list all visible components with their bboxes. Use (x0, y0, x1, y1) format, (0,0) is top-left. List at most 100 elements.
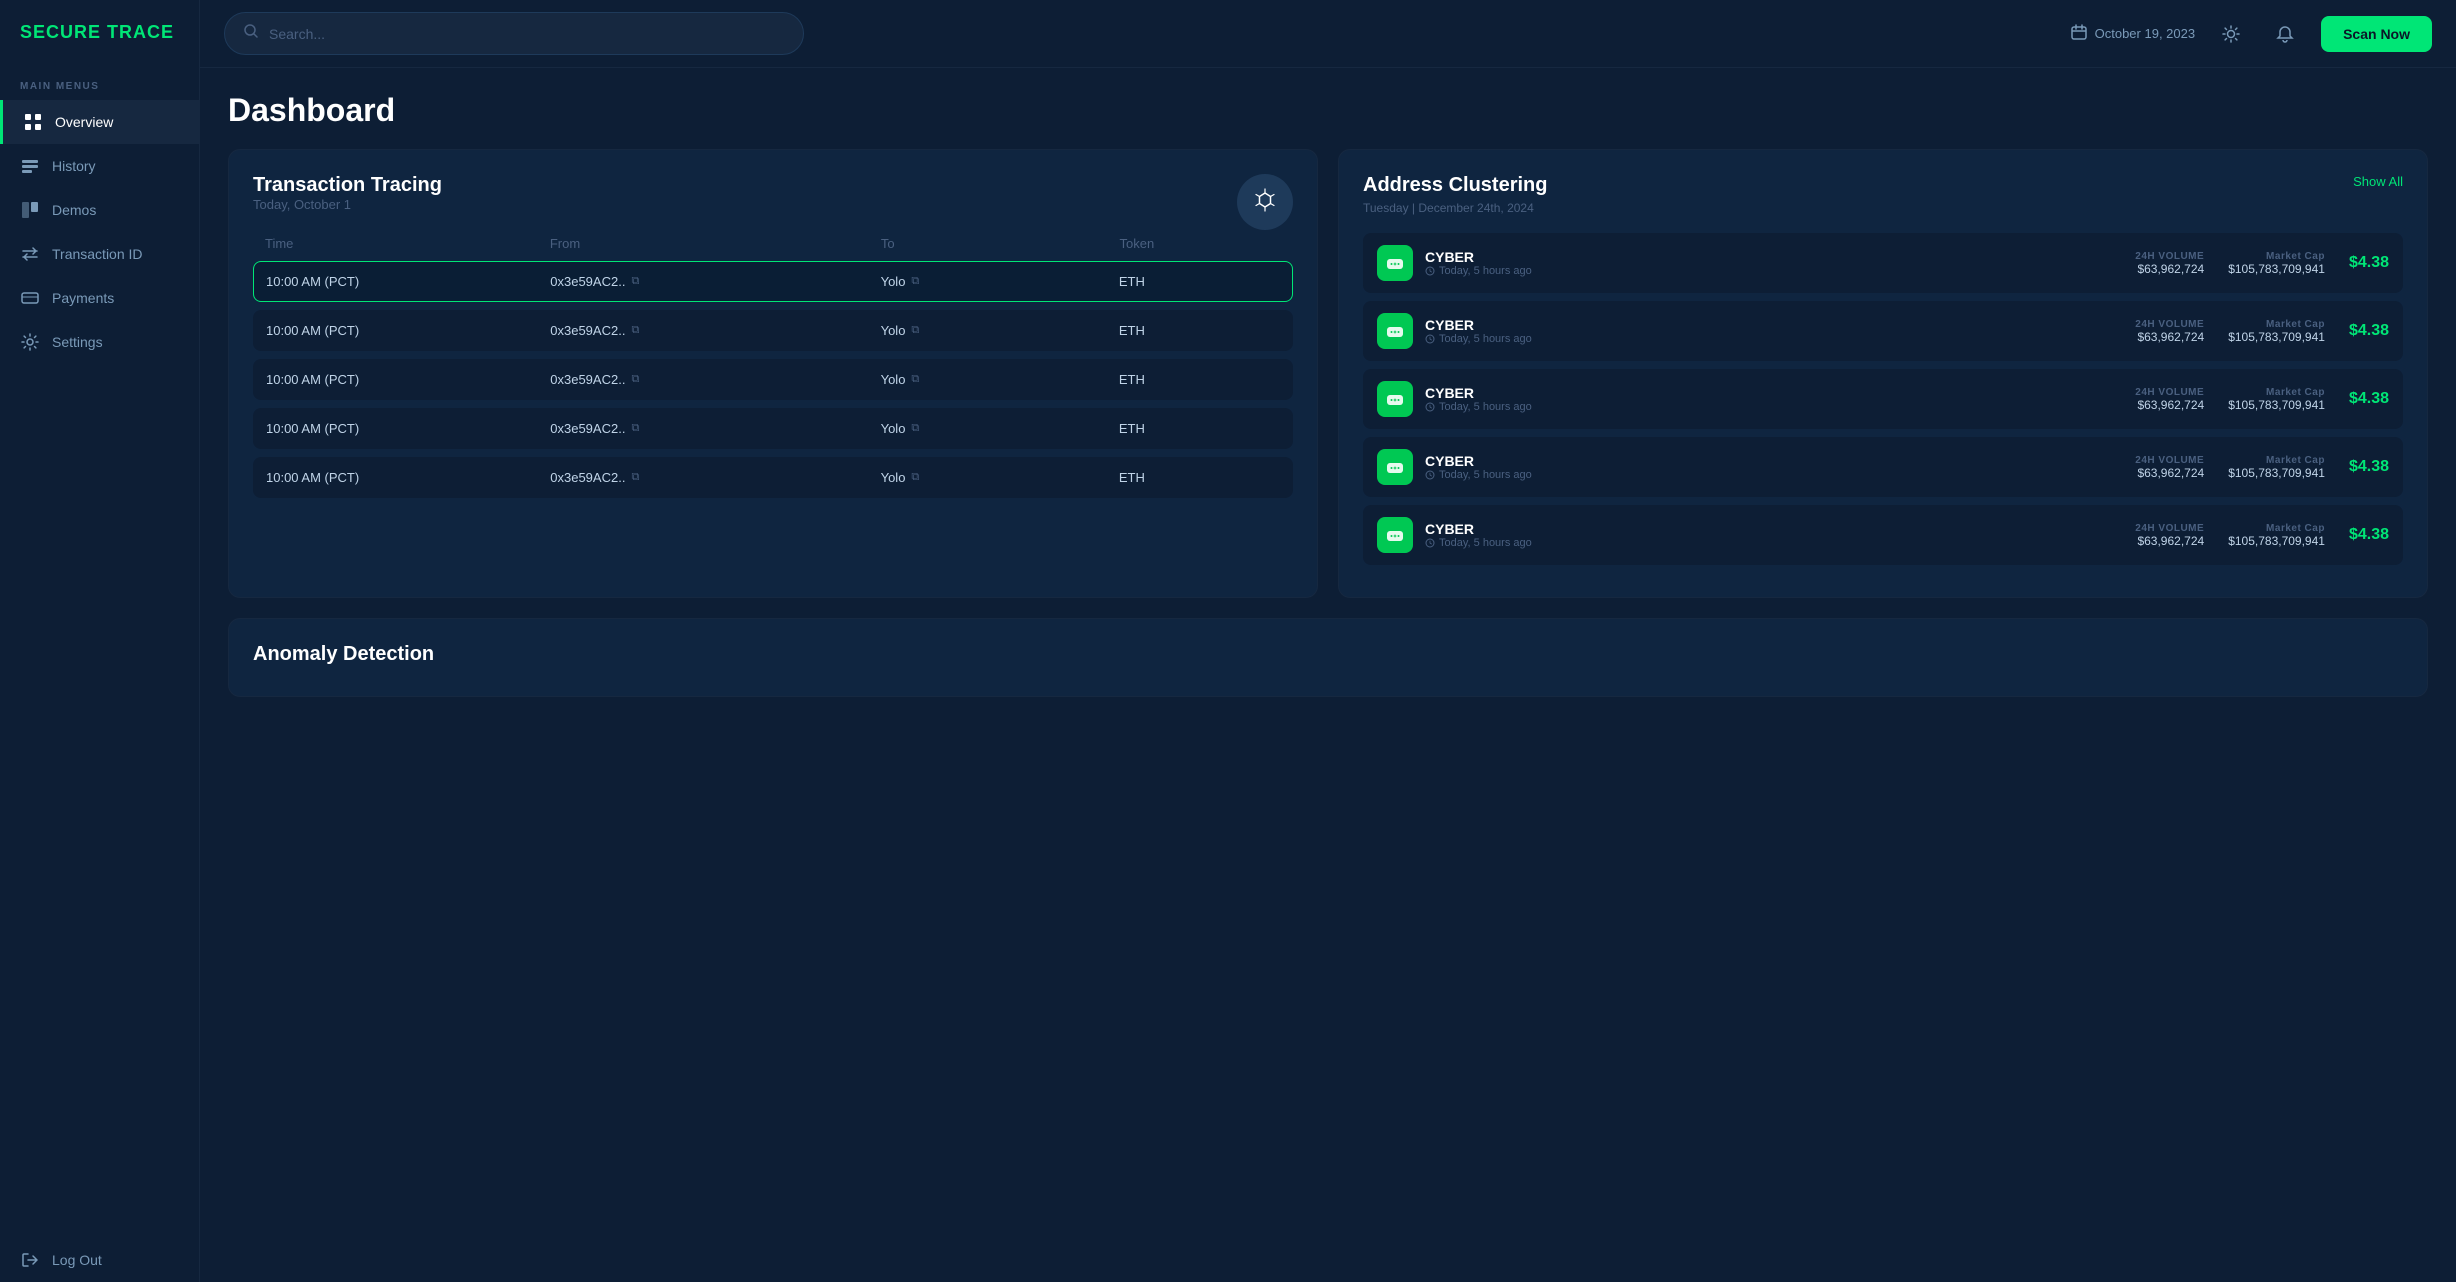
cell-time: 10:00 AM (PCT) (266, 274, 542, 289)
theme-toggle-button[interactable] (2213, 16, 2249, 52)
cluster-volume-label: 24H VOLUME (2135, 523, 2204, 534)
cluster-market-cap-stats: Market Cap $105,783,709,941 (2228, 523, 2325, 548)
cluster-info: CYBER Today, 5 hours ago (1425, 521, 1532, 549)
copy-to-icon[interactable]: ⧉ (911, 324, 919, 337)
cluster-market-cap-label: Market Cap (2228, 523, 2325, 534)
cluster-item[interactable]: CYBER Today, 5 hours ago 24H VOLUME $63,… (1363, 369, 2403, 429)
copy-to-icon[interactable]: ⧉ (911, 373, 919, 386)
cluster-name: CYBER (1425, 385, 1532, 401)
cluster-volume-value: $63,962,724 (2135, 330, 2204, 344)
cluster-item[interactable]: CYBER Today, 5 hours ago 24H VOLUME $63,… (1363, 437, 2403, 497)
cluster-price: $4.38 (2349, 254, 2389, 272)
show-all-link[interactable]: Show All (2353, 174, 2403, 189)
cell-to: Yolo ⧉ (881, 470, 1111, 485)
cluster-volume-stats: 24H VOLUME $63,962,724 (2135, 387, 2204, 412)
cluster-item[interactable]: CYBER Today, 5 hours ago 24H VOLUME $63,… (1363, 233, 2403, 293)
search-icon (243, 23, 259, 44)
cluster-price: $4.38 (2349, 458, 2389, 476)
copy-to-icon[interactable]: ⧉ (911, 275, 919, 288)
cluster-volume-label: 24H VOLUME (2135, 455, 2204, 466)
address-clustering-title: Address Clustering (1363, 174, 1547, 197)
cell-to: Yolo ⧉ (881, 274, 1111, 289)
sidebar-item-transaction[interactable]: Transaction ID (0, 232, 199, 276)
copy-from-icon[interactable]: ⧉ (631, 373, 639, 386)
sidebar-item-settings[interactable]: Settings (0, 320, 199, 364)
cell-to: Yolo ⧉ (881, 421, 1111, 436)
cluster-market-cap-stats: Market Cap $105,783,709,941 (2228, 251, 2325, 276)
sidebar-payments-label: Payments (52, 290, 114, 306)
table-row[interactable]: 10:00 AM (PCT) 0x3e59AC2.. ⧉ Yolo ⧉ ETH (253, 310, 1293, 351)
cluster-volume-label: 24H VOLUME (2135, 387, 2204, 398)
transaction-tracing-title: Transaction Tracing (253, 174, 442, 197)
sidebar-overview-label: Overview (55, 114, 113, 130)
cluster-market-cap-label: Market Cap (2228, 319, 2325, 330)
header-right: October 19, 2023 Scan Now (2071, 16, 2432, 52)
cluster-items-list: CYBER Today, 5 hours ago 24H VOLUME $63,… (1363, 233, 2403, 565)
col-time: Time (265, 236, 542, 251)
cluster-market-cap-label: Market Cap (2228, 387, 2325, 398)
header-date-text: October 19, 2023 (2095, 26, 2195, 41)
content-area: Dashboard Transaction Tracing Today, Oct… (200, 68, 2456, 1282)
address-card-date: Tuesday | December 24th, 2024 (1363, 201, 2403, 215)
table-row[interactable]: 10:00 AM (PCT) 0x3e59AC2.. ⧉ Yolo ⧉ ETH (253, 457, 1293, 498)
copy-from-icon[interactable]: ⧉ (631, 422, 639, 435)
overview-icon (23, 112, 43, 132)
cell-token: ETH (1119, 274, 1280, 289)
col-from: From (550, 236, 873, 251)
cluster-game-icon (1377, 381, 1413, 417)
table-row[interactable]: 10:00 AM (PCT) 0x3e59AC2.. ⧉ Yolo ⧉ ETH (253, 408, 1293, 449)
copy-to-icon[interactable]: ⧉ (911, 422, 919, 435)
cluster-time: Today, 5 hours ago (1425, 401, 1532, 413)
sidebar-item-logout[interactable]: Log Out (0, 1238, 199, 1282)
cluster-info: CYBER Today, 5 hours ago (1425, 317, 1532, 345)
search-wrapper (224, 12, 804, 55)
demos-icon (20, 200, 40, 220)
cluster-time: Today, 5 hours ago (1425, 265, 1532, 277)
copy-from-icon[interactable]: ⧉ (631, 471, 639, 484)
search-container (224, 12, 804, 55)
cell-time: 10:00 AM (PCT) (266, 421, 542, 436)
cluster-name: CYBER (1425, 521, 1532, 537)
cluster-game-icon (1377, 313, 1413, 349)
cell-to: Yolo ⧉ (881, 323, 1111, 338)
notifications-button[interactable] (2267, 16, 2303, 52)
sidebar-item-overview[interactable]: Overview (0, 100, 199, 144)
table-header: Time From To Token (253, 236, 1293, 261)
copy-from-icon[interactable]: ⧉ (631, 324, 639, 337)
copy-from-icon[interactable]: ⧉ (631, 275, 639, 288)
cluster-item[interactable]: CYBER Today, 5 hours ago 24H VOLUME $63,… (1363, 505, 2403, 565)
table-row[interactable]: 10:00 AM (PCT) 0x3e59AC2.. ⧉ Yolo ⧉ ETH (253, 261, 1293, 302)
cluster-market-cap-stats: Market Cap $105,783,709,941 (2228, 319, 2325, 344)
sidebar-section-label: MAIN MENUS (0, 63, 199, 100)
cluster-volume-value: $63,962,724 (2135, 534, 2204, 548)
sidebar-item-payments[interactable]: Payments (0, 276, 199, 320)
cell-from: 0x3e59AC2.. ⧉ (550, 372, 872, 387)
transaction-icon (20, 244, 40, 264)
transaction-tracing-card: Transaction Tracing Today, October 1 Tim… (228, 149, 1318, 598)
logout-icon (20, 1250, 40, 1270)
cluster-game-icon (1377, 449, 1413, 485)
cluster-volume-stats: 24H VOLUME $63,962,724 (2135, 251, 2204, 276)
scan-now-button[interactable]: Scan Now (2321, 16, 2432, 52)
sidebar-demos-label: Demos (52, 202, 96, 218)
cluster-info: CYBER Today, 5 hours ago (1425, 385, 1532, 413)
cluster-market-cap-value: $105,783,709,941 (2228, 330, 2325, 344)
calendar-icon (2071, 24, 2087, 43)
sidebar-logout-label: Log Out (52, 1252, 102, 1268)
payments-icon (20, 288, 40, 308)
sun-icon (2222, 25, 2240, 43)
sidebar-item-demos[interactable]: Demos (0, 188, 199, 232)
copy-to-icon[interactable]: ⧉ (911, 471, 919, 484)
table-row[interactable]: 10:00 AM (PCT) 0x3e59AC2.. ⧉ Yolo ⧉ ETH (253, 359, 1293, 400)
cluster-time: Today, 5 hours ago (1425, 333, 1532, 345)
cluster-name: CYBER (1425, 453, 1532, 469)
cluster-info: CYBER Today, 5 hours ago (1425, 249, 1532, 277)
cluster-volume-value: $63,962,724 (2135, 466, 2204, 480)
cluster-item[interactable]: CYBER Today, 5 hours ago 24H VOLUME $63,… (1363, 301, 2403, 361)
card-header-text: Transaction Tracing Today, October 1 (253, 174, 442, 230)
cell-token: ETH (1119, 323, 1280, 338)
cluster-market-cap-label: Market Cap (2228, 251, 2325, 262)
sidebar-item-history[interactable]: History (0, 144, 199, 188)
bell-icon (2276, 25, 2294, 43)
search-input[interactable] (269, 26, 785, 42)
